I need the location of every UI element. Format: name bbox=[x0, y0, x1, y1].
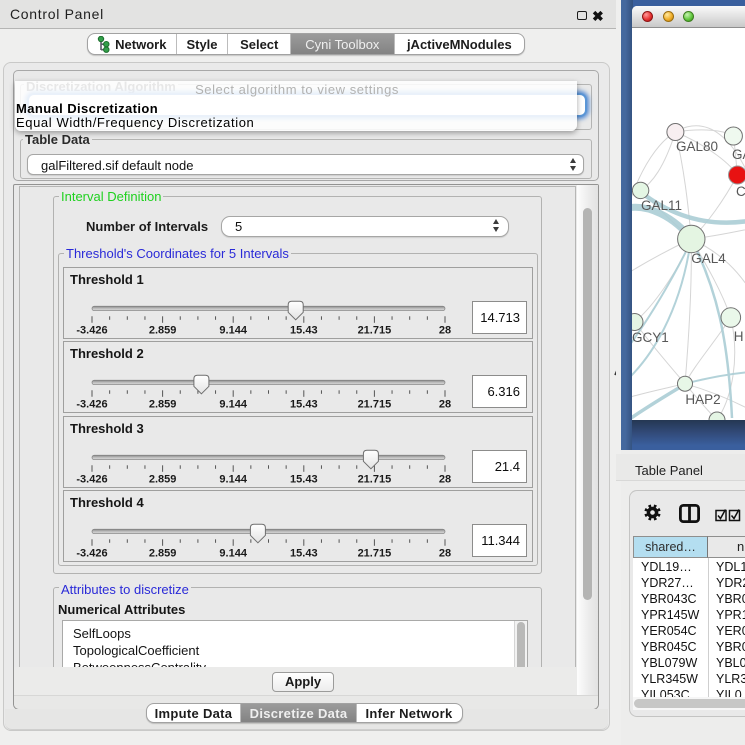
svg-text:15.43: 15.43 bbox=[290, 325, 318, 337]
svg-text:28: 28 bbox=[439, 325, 451, 337]
svg-text:21.715: 21.715 bbox=[358, 399, 392, 411]
svg-text:-3.426: -3.426 bbox=[76, 474, 107, 486]
svg-text:C: C bbox=[736, 184, 745, 199]
svg-text:-3.426: -3.426 bbox=[76, 325, 107, 337]
svg-text:15.43: 15.43 bbox=[290, 548, 318, 560]
svg-text:21.715: 21.715 bbox=[358, 548, 392, 560]
svg-text:-3.426: -3.426 bbox=[76, 548, 107, 560]
svg-text:GAL4: GAL4 bbox=[691, 251, 726, 266]
svg-text:2.859: 2.859 bbox=[149, 474, 177, 486]
svg-text:GCY1: GCY1 bbox=[632, 330, 669, 345]
svg-text:28: 28 bbox=[439, 474, 451, 486]
svg-text:2.859: 2.859 bbox=[149, 548, 177, 560]
svg-text:9.144: 9.144 bbox=[219, 548, 247, 560]
svg-text:2.859: 2.859 bbox=[149, 399, 177, 411]
svg-text:H: H bbox=[734, 329, 744, 344]
svg-text:2.859: 2.859 bbox=[149, 325, 177, 337]
svg-text:21.715: 21.715 bbox=[358, 325, 392, 337]
svg-text:9.144: 9.144 bbox=[219, 325, 247, 337]
svg-text:GAL11: GAL11 bbox=[641, 198, 682, 213]
svg-text:9.144: 9.144 bbox=[219, 474, 247, 486]
svg-text:GA: GA bbox=[732, 147, 745, 162]
svg-text:21.715: 21.715 bbox=[358, 474, 392, 486]
svg-text:28: 28 bbox=[439, 548, 451, 560]
svg-text:15.43: 15.43 bbox=[290, 399, 318, 411]
svg-text:HAP2: HAP2 bbox=[685, 392, 720, 407]
svg-text:9.144: 9.144 bbox=[219, 399, 247, 411]
svg-text:28: 28 bbox=[439, 399, 451, 411]
svg-text:15.43: 15.43 bbox=[290, 474, 318, 486]
svg-text:-3.426: -3.426 bbox=[76, 399, 107, 411]
svg-text:GAL80: GAL80 bbox=[676, 139, 718, 154]
